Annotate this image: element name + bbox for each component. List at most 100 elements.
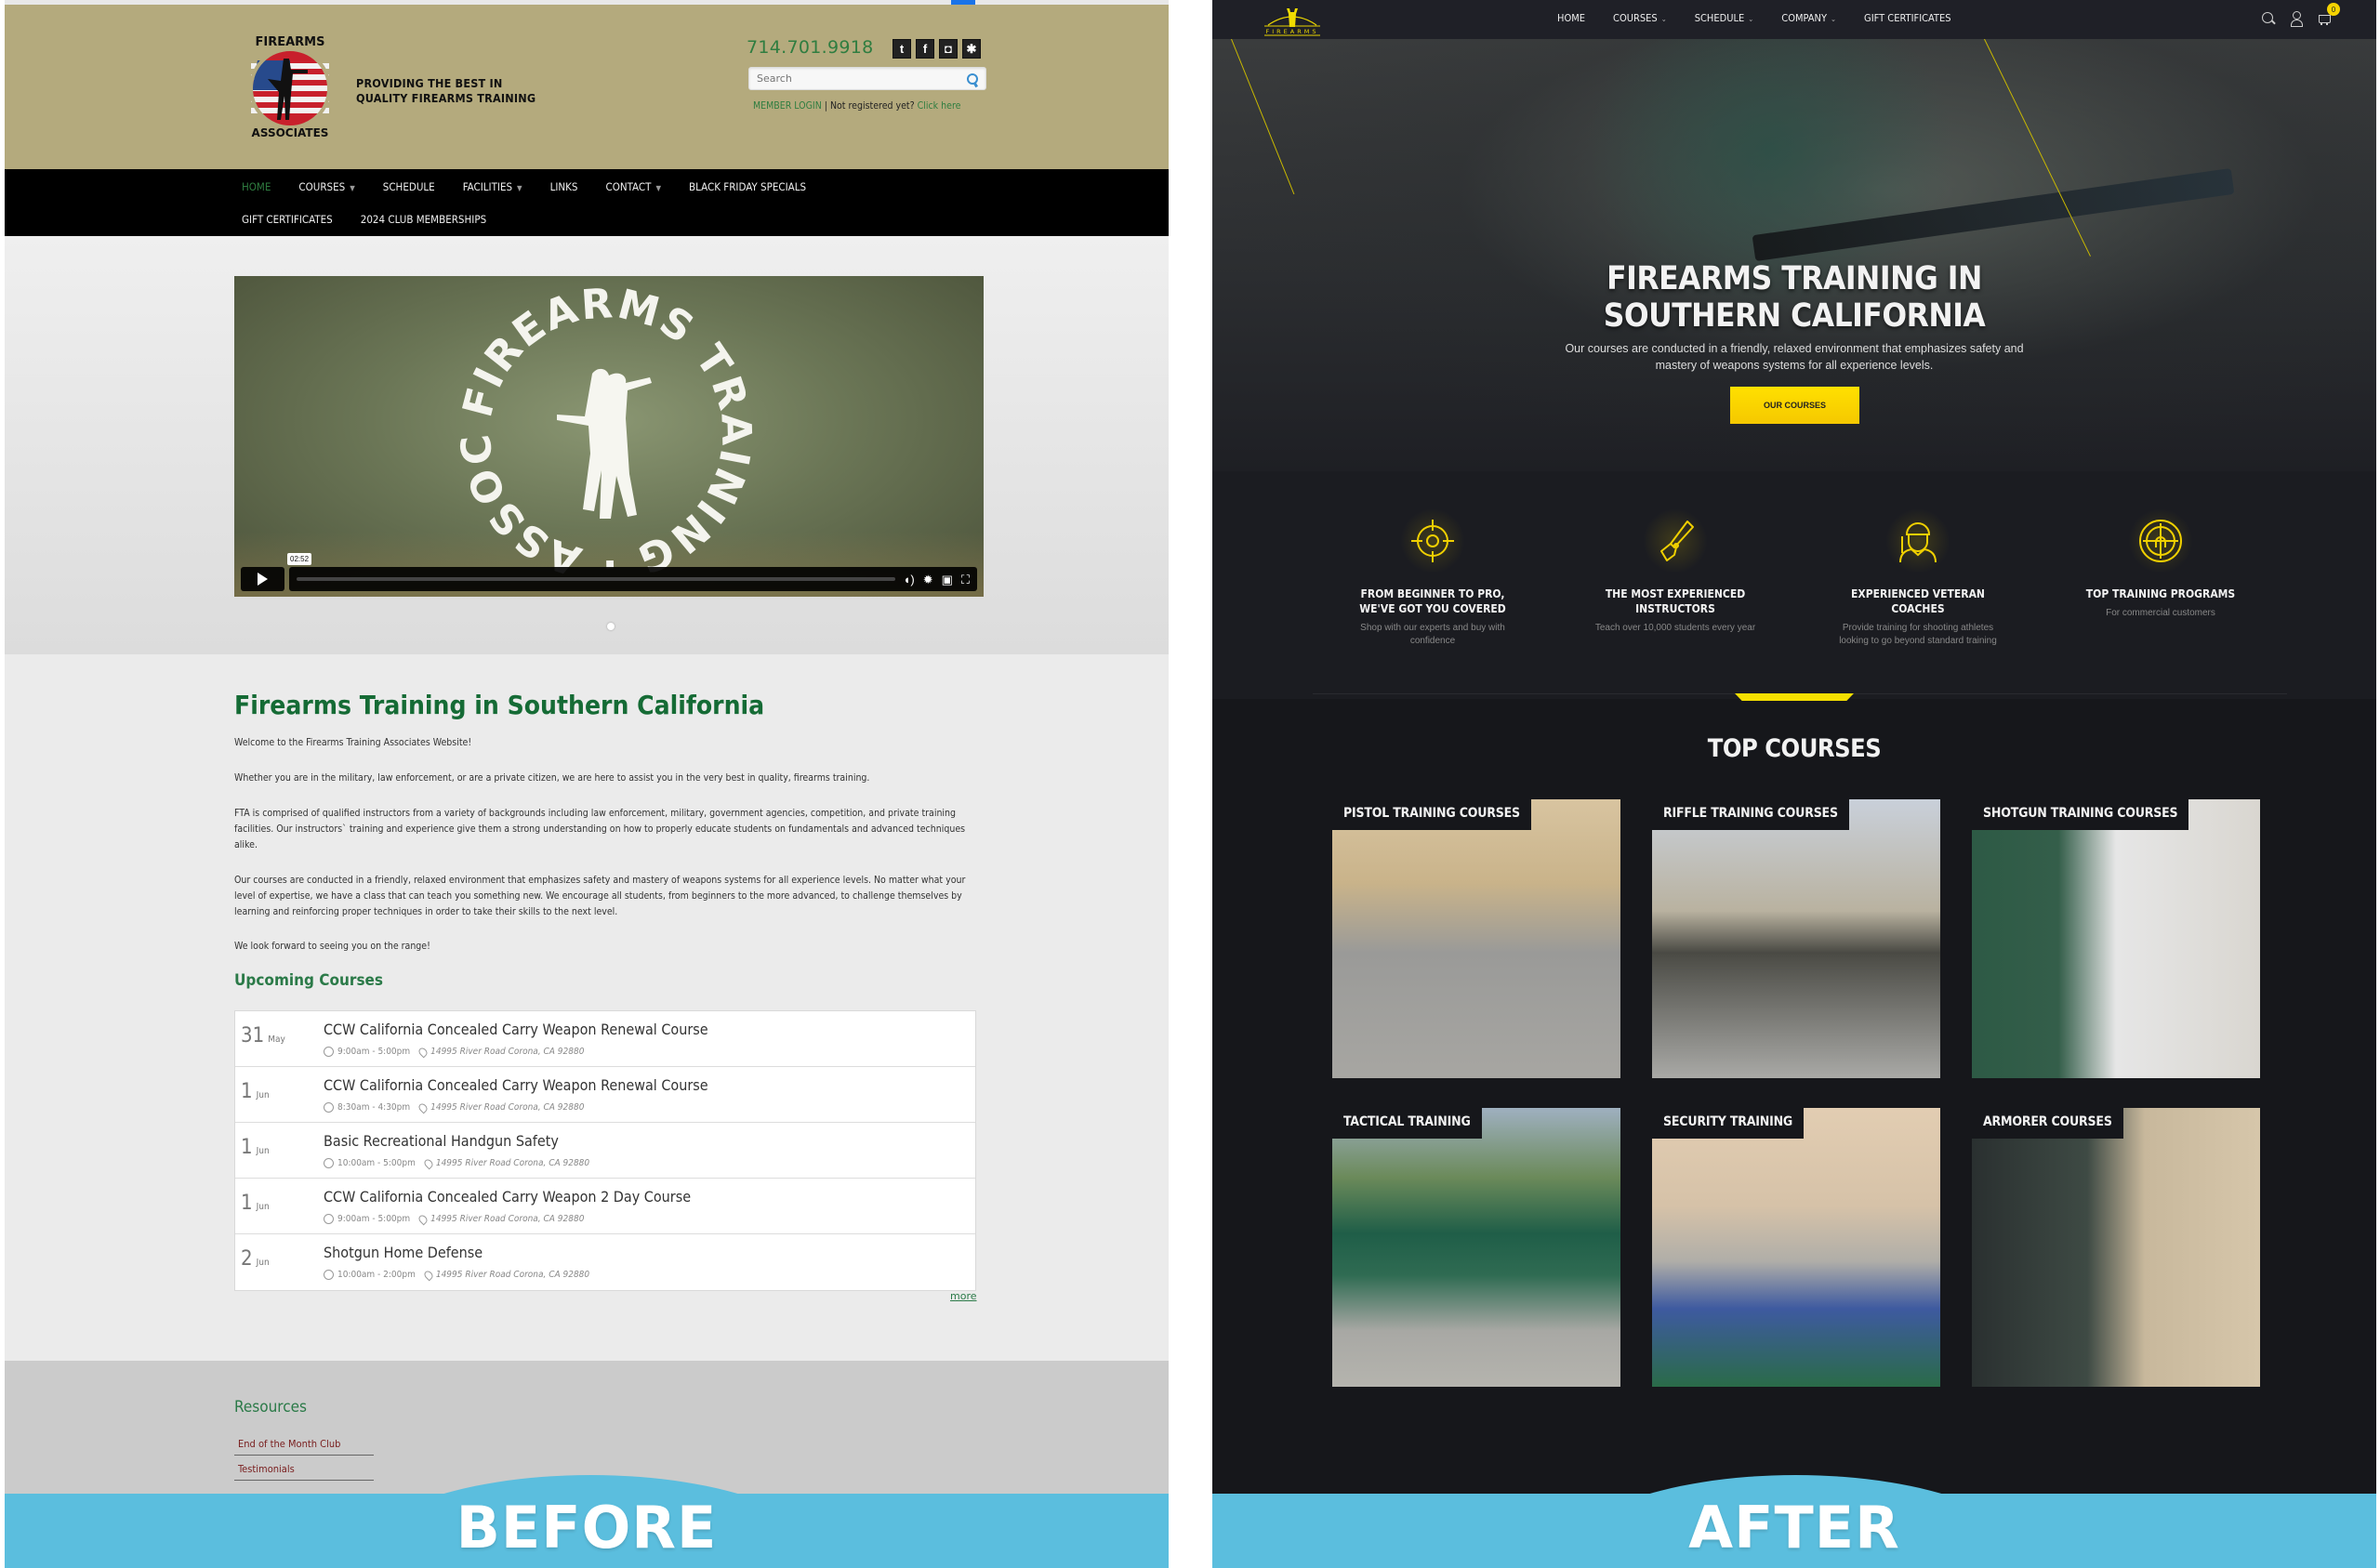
- event-title[interactable]: CCW California Concealed Carry Weapon Re…: [324, 1076, 708, 1094]
- chevron-down-icon: ⌄: [1748, 15, 1754, 23]
- clock-icon: [324, 1158, 334, 1168]
- intro-paragraph: Whether you are in the military, law enf…: [234, 772, 870, 784]
- settings-gear-icon[interactable]: ✹: [923, 573, 933, 586]
- course-card-security[interactable]: SECURITY TRAINING: [1652, 1108, 1940, 1387]
- nav-item-courses[interactable]: COURSES ⌄: [1613, 12, 1667, 24]
- event-title[interactable]: Basic Recreational Handgun Safety: [324, 1132, 559, 1150]
- nav-item-contact[interactable]: CONTACT ▼: [599, 180, 669, 193]
- event-title[interactable]: CCW California Concealed Carry Weapon Re…: [324, 1021, 708, 1038]
- event-time: 9:00am - 5:00pm: [337, 1214, 411, 1224]
- soldier-icon: [1885, 508, 1950, 573]
- picture-in-picture-icon[interactable]: ▣: [942, 573, 953, 586]
- nav-item-label: LINKS: [549, 180, 578, 193]
- event-date: 31 May: [241, 1024, 285, 1048]
- event-meta: 10:00am - 5:00pm 14995 River Road Corona,…: [324, 1157, 589, 1169]
- chevron-down-icon: ⌄: [1831, 15, 1837, 23]
- nav-item-schedule[interactable]: SCHEDULE: [376, 180, 443, 193]
- nav-item-black-friday-specials[interactable]: BLACK FRIDAY SPECIALS: [681, 180, 813, 193]
- twitter-icon[interactable]: t: [892, 39, 911, 59]
- register-link[interactable]: Click here: [918, 100, 961, 112]
- our-courses-button[interactable]: OUR COURSES: [1730, 387, 1859, 424]
- course-event-row[interactable]: 1 Jun Basic Recreational Handgun Safety 10:…: [235, 1123, 975, 1179]
- nav-item-facilities[interactable]: FACILITIES ▼: [456, 180, 530, 193]
- nav-item-2024-club-memberships[interactable]: 2024 CLUB MEMBERSHIPS: [353, 213, 494, 226]
- user-account-icon[interactable]: [2289, 11, 2304, 27]
- nav-item-company[interactable]: COMPANY ⌄: [1781, 12, 1836, 24]
- play-button[interactable]: [241, 567, 284, 591]
- closing-paragraph: We look forward to seeing you on the ran…: [234, 941, 430, 952]
- course-card-label: PISTOL TRAINING COURSES: [1332, 799, 1531, 830]
- event-title[interactable]: Shotgun Home Defense: [324, 1244, 483, 1261]
- nav-item-gift-certificates[interactable]: GIFT CERTIFICATES: [1864, 12, 1950, 24]
- search-icon[interactable]: [967, 72, 978, 85]
- instructors-paragraph: FTA is comprised of qualified instructor…: [234, 808, 966, 850]
- event-time: 8:30am - 4:30pm: [337, 1102, 411, 1113]
- chevron-down-icon: ⌄: [1660, 15, 1667, 23]
- course-card-label: SHOTGUN TRAINING COURSES: [1972, 799, 2189, 830]
- nav-item-label: GIFT CERTIFICATES: [1864, 12, 1951, 24]
- course-card-pistol[interactable]: PISTOL TRAINING COURSES: [1332, 799, 1620, 1078]
- pistol-course-photo: [1332, 799, 1620, 1078]
- member-login-link[interactable]: MEMBER LOGIN: [753, 100, 822, 112]
- top-courses-title: TOP COURSES: [1707, 734, 1882, 763]
- more-link[interactable]: more: [950, 1290, 977, 1302]
- upcoming-courses-title: Upcoming Courses: [234, 971, 384, 990]
- course-card-riffle[interactable]: RIFFLE TRAINING COURSES: [1652, 799, 1940, 1078]
- video-controls: ◖) ✹ ▣ ⛶: [241, 567, 977, 591]
- welcome-paragraph: Welcome to the Firearms Training Associa…: [234, 737, 472, 748]
- nav-item-schedule[interactable]: SCHEDULE ⌄: [1695, 12, 1754, 24]
- video-time-tooltip: 02:52: [287, 553, 312, 565]
- riffle-course-photo: [1652, 799, 1940, 1078]
- event-meta: 10:00am - 2:00pm 14995 River Road Corona,…: [324, 1269, 589, 1281]
- hero-title-line-1: FIREARMS TRAINING IN: [1606, 260, 1982, 297]
- nav-item-label: COURSES: [298, 180, 346, 193]
- slider-dot[interactable]: [607, 623, 615, 630]
- yelp-icon[interactable]: ✱: [962, 39, 981, 59]
- nav-item-label: HOME: [242, 180, 271, 193]
- event-time: 10:00am - 2:00pm: [337, 1270, 416, 1280]
- search-box: [748, 67, 986, 90]
- nav-item-label: 2024 CLUB MEMBERSHIPS: [360, 213, 487, 226]
- course-card-shotgun[interactable]: SHOTGUN TRAINING COURSES: [1972, 799, 2260, 1078]
- phone-number[interactable]: 714.701.9918: [747, 37, 874, 58]
- courses-paragraph: Our courses are conducted in a friendly,…: [234, 875, 966, 917]
- course-event-row[interactable]: 2 Jun Shotgun Home Defense 10:00am - 2:00pm…: [235, 1234, 975, 1290]
- volume-icon[interactable]: ◖): [904, 573, 915, 586]
- nav-item-label: FACILITIES: [462, 180, 513, 193]
- event-title[interactable]: CCW California Concealed Carry Weapon 2 …: [324, 1188, 691, 1206]
- cart-icon[interactable]: 0: [2317, 3, 2340, 26]
- nav-item-home[interactable]: HOME: [1557, 12, 1585, 24]
- instagram-icon[interactable]: ◘: [939, 39, 958, 59]
- video-player[interactable]: FIREARMS TRAINING · ASSOCIATES 02:52 ◖) …: [234, 276, 984, 597]
- event-meta: 9:00am - 5:00pm 14995 River Road Corona, …: [324, 1213, 584, 1225]
- nav-item-courses[interactable]: COURSES ▼: [291, 180, 362, 193]
- course-event-row[interactable]: 1 Jun CCW California Concealed Carry Weapo…: [235, 1067, 975, 1123]
- video-progress-track[interactable]: [297, 577, 895, 581]
- hero-title-line-2: SOUTHERN CALIFORNIA: [1603, 297, 1986, 335]
- hero-subtitle: Our courses are conducted in a friendly,…: [1212, 340, 2376, 374]
- course-event-row[interactable]: 31 May CCW California Concealed Carry Weap…: [235, 1011, 975, 1067]
- course-card-tactical[interactable]: TACTICAL TRAINING: [1332, 1108, 1620, 1387]
- nav-item-links[interactable]: LINKS: [543, 180, 586, 193]
- search-icon[interactable]: [2261, 11, 2276, 26]
- firearms-logo[interactable]: FIREARMS: [1259, 5, 1326, 36]
- nav-item-gift-certificates[interactable]: GIFT CERTIFICATES: [234, 213, 340, 226]
- tagline-line-2: QUALITY FIREARMS TRAINING: [356, 91, 536, 105]
- course-event-row[interactable]: 1 Jun CCW California Concealed Carry Weapo…: [235, 1179, 975, 1234]
- facebook-icon[interactable]: f: [916, 39, 934, 59]
- header-icons: 0: [2261, 3, 2340, 27]
- nav-row-2: GIFT CERTIFICATES 2024 CLUB MEMBERSHIPS: [234, 213, 507, 226]
- course-card-armorer[interactable]: ARMORER COURSES: [1972, 1108, 2260, 1387]
- search-input[interactable]: [757, 72, 967, 85]
- fta-logo[interactable]: FIREARMS ASSOCIATES: [237, 33, 344, 139]
- chevron-down-icon: ▼: [517, 184, 522, 192]
- features-section: FROM BEGINNER TO PRO, WE'VE GOT YOU COVER…: [1212, 471, 2376, 699]
- location-pin-icon: [416, 1213, 430, 1225]
- nav-item-home[interactable]: HOME: [234, 180, 278, 193]
- feature-text: Teach over 10,000 students every year: [1594, 623, 1756, 633]
- after-main-menu: HOME COURSES ⌄ SCHEDULE ⌄ COMPANY ⌄ GIFT CERTIF…: [1557, 12, 1979, 24]
- resources-title: Resources: [234, 1398, 307, 1416]
- member-login-row: MEMBER LOGIN | Not registered yet? Click…: [753, 100, 960, 112]
- fullscreen-icon[interactable]: ⛶: [961, 573, 970, 586]
- armorer-course-photo: [1972, 1108, 2260, 1387]
